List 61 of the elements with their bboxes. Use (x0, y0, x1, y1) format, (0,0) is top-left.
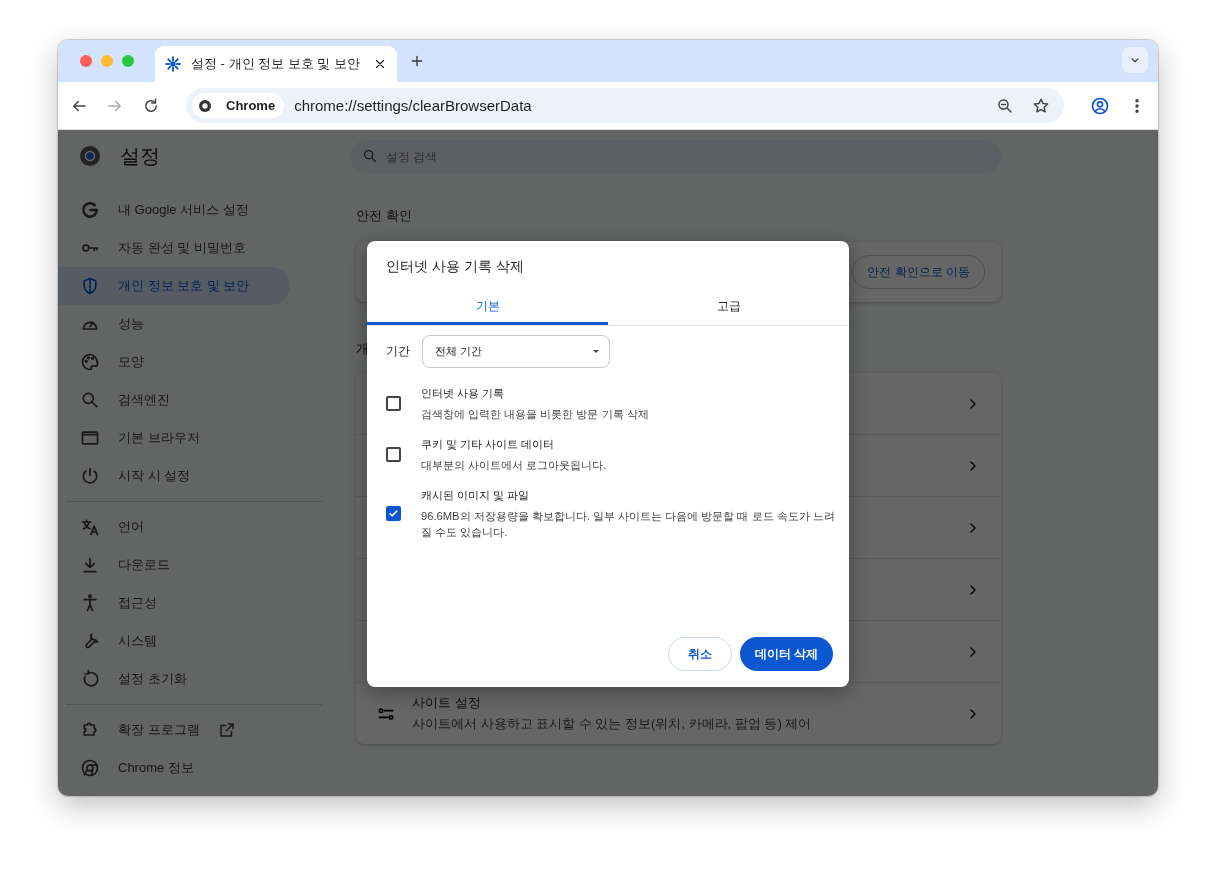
checkbox[interactable] (386, 506, 401, 521)
sidebar-item[interactable]: 접근성 (58, 584, 290, 622)
accessibility-icon (80, 593, 100, 613)
site-chip[interactable]: Chrome (192, 93, 285, 118)
period-dropdown[interactable]: 전체 기간 (422, 335, 610, 368)
url-text: chrome://settings/clearBrowserData (294, 97, 533, 114)
sidebar-item[interactable]: 시작 시 설정 (58, 457, 290, 495)
search-icon (80, 390, 100, 410)
sidebar-item[interactable]: 다운로드 (58, 546, 290, 584)
option-description: 96.6MB의 저장용량을 확보합니다. 일부 사이트는 다음에 방문할 때 로드 속도가 느려질 수도 있습니다. (421, 509, 836, 540)
g-logo-icon (80, 200, 100, 220)
sidebar-item[interactable]: 내 Google 서비스 설정 (58, 191, 290, 229)
sidebar-item[interactable]: 기본 브라우저 (58, 419, 290, 457)
option-title: 인터넷 사용 기록 (421, 386, 506, 401)
sidebar-item[interactable]: 확장 프로그램 (58, 711, 290, 749)
settings-icon (165, 56, 181, 72)
profile-icon[interactable] (1090, 95, 1110, 116)
plus-icon[interactable] (409, 53, 425, 69)
sidebar-item[interactable]: 성능 (58, 305, 290, 343)
zoom-icon[interactable] (996, 96, 1014, 115)
download-icon (80, 555, 100, 575)
cancel-button[interactable]: 취소 (667, 637, 732, 671)
option-description: 대부분의 사이트에서 로그아웃됩니다. (421, 458, 607, 473)
delete-data-button[interactable]: 데이터 삭제 (739, 637, 833, 671)
dialog-tab[interactable]: 고급 (608, 291, 849, 325)
sidebar-item[interactable]: 모양 (58, 343, 290, 381)
star-icon[interactable] (1032, 96, 1050, 115)
sidebar-item[interactable]: 언어 (58, 508, 290, 546)
row-title: 사이트 설정 (412, 694, 482, 712)
section-heading: 안전 확인 (356, 208, 412, 224)
checkbox[interactable] (386, 396, 401, 411)
dropdown-caret-icon (591, 348, 601, 355)
chrome-logo-icon (78, 144, 102, 168)
close-icon[interactable] (373, 57, 387, 71)
address-bar[interactable]: Chrome chrome://settings/clearBrowserData (186, 88, 1064, 123)
sidebar-item[interactable]: Chrome 정보 (58, 749, 290, 787)
sidebar-item[interactable]: 설정 초기화 (58, 660, 290, 698)
settings-title: 설정 (120, 143, 160, 169)
period-label: 기간 (386, 343, 410, 360)
external-link-icon (217, 721, 236, 739)
browser-tab[interactable]: 설정 - 개인 정보 보호 및 보안 (155, 46, 397, 82)
sidebar-item[interactable]: 개인 정보 보호 및 보안 (58, 267, 290, 305)
option-description: 검색창에 입력한 내용을 비롯한 방문 기록 삭제 (421, 407, 649, 422)
sidebar-item[interactable]: 자동 완성 및 비밀번호 (58, 229, 290, 267)
shield-icon (80, 276, 100, 296)
dialog-tab[interactable]: 기본 (367, 291, 608, 325)
dialog-title: 인터넷 사용 기록 삭제 (385, 257, 525, 276)
sidebar-item[interactable]: 시스템 (58, 622, 290, 660)
section-heading: 개 (356, 341, 369, 357)
palette-icon (80, 352, 100, 372)
option-title: 캐시된 이미지 및 파일 (421, 488, 531, 503)
row-description: 사이트에서 사용하고 표시할 수 있는 정보(위치, 카메라, 팝업 등) 제어 (412, 715, 813, 733)
safety-check-button[interactable]: 안전 확인으로 이동 (852, 255, 985, 289)
power-icon (80, 466, 100, 486)
translate-icon (80, 517, 100, 537)
option-title: 쿠키 및 기타 사이트 데이터 (421, 437, 556, 452)
checkmark-icon (388, 508, 399, 519)
browser-window-icon (80, 428, 100, 448)
sidebar-item[interactable]: 검색엔진 (58, 381, 290, 419)
checkbox[interactable] (386, 447, 401, 462)
reload-icon[interactable] (142, 96, 160, 115)
